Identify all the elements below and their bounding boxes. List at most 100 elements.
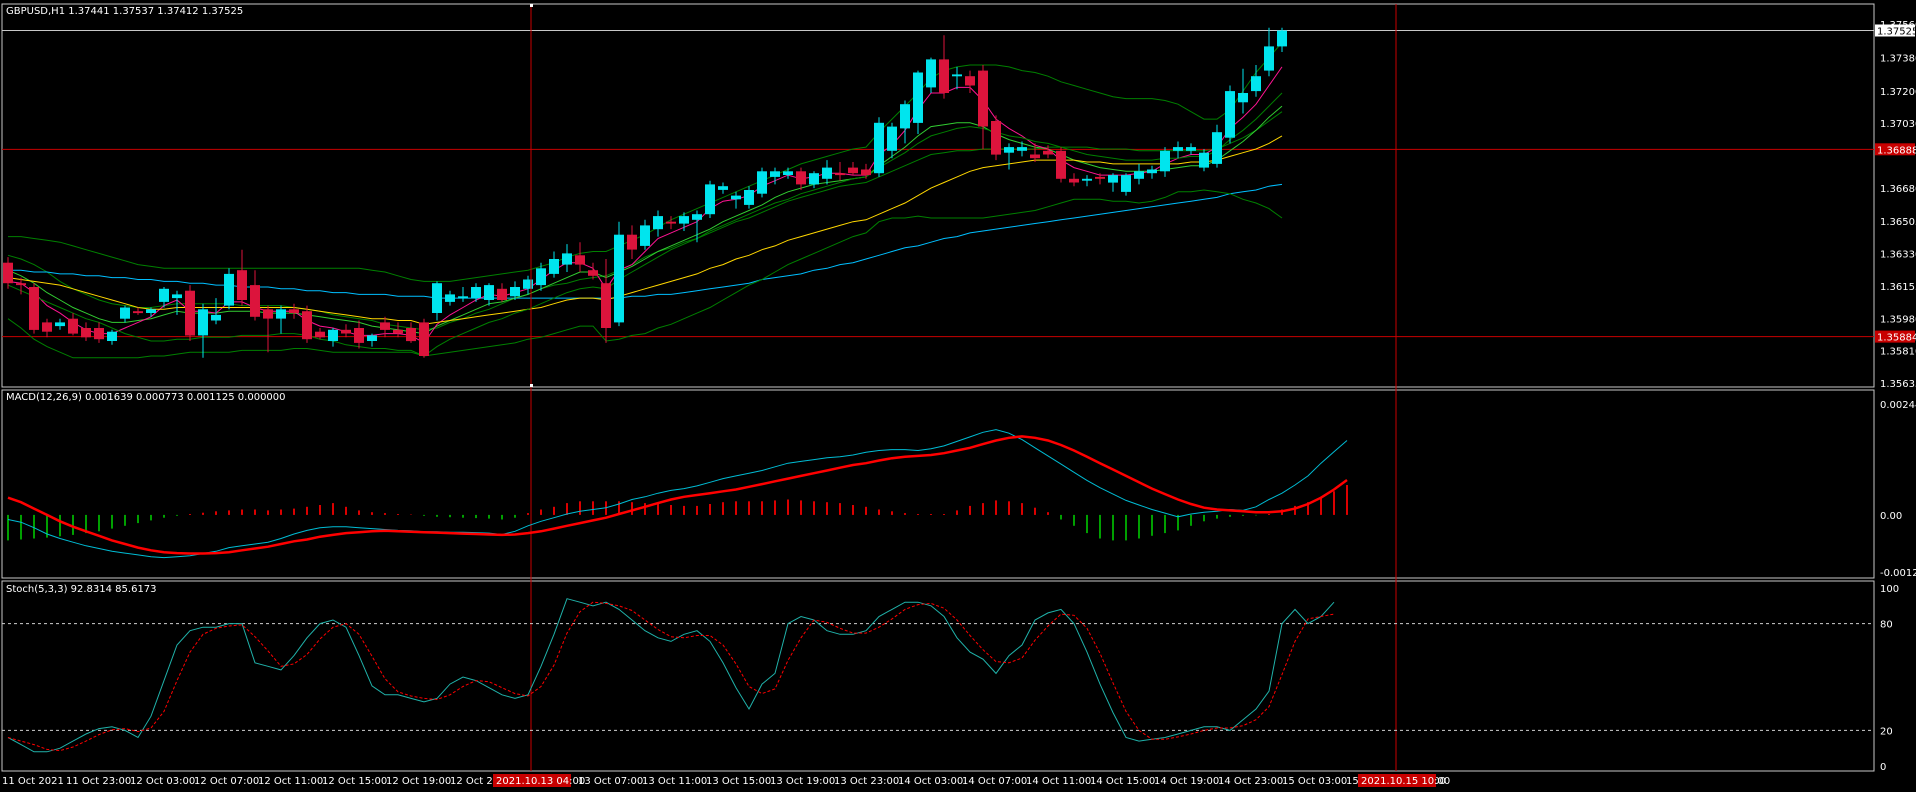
crosshair-handle-bottom[interactable] [530,384,533,387]
candle-body[interactable] [770,171,780,177]
candle-body[interactable] [1238,93,1248,103]
candle-body[interactable] [1082,178,1092,181]
candle-body[interactable] [965,76,975,86]
candle-body[interactable] [302,311,312,340]
stochastic-pane[interactable] [1,580,1875,772]
candle-body[interactable] [692,214,702,220]
candle-body[interactable] [29,287,39,330]
candle-body[interactable] [3,262,13,284]
candle-body[interactable] [1160,150,1170,172]
candle-body[interactable] [1147,169,1157,174]
candle-body[interactable] [627,234,637,250]
candle-body[interactable] [367,335,377,341]
candle-body[interactable] [1030,154,1040,159]
candle-body[interactable] [42,322,52,332]
candle-body[interactable] [55,322,65,327]
candle-body[interactable] [835,173,845,176]
candle-body[interactable] [705,184,715,215]
candle-body[interactable] [510,287,520,297]
candle-body[interactable] [1173,147,1183,151]
candle-body[interactable] [1121,175,1131,192]
candle-body[interactable] [341,329,351,334]
candle-body[interactable] [81,328,91,338]
candle-body[interactable] [159,288,169,302]
candle-body[interactable] [263,309,273,319]
candle-body[interactable] [68,318,78,334]
candle-body[interactable] [1251,76,1261,92]
candle-body[interactable] [406,328,416,342]
candle-body[interactable] [458,296,468,299]
candle-body[interactable] [939,59,949,93]
candle-body[interactable] [172,294,182,299]
candle-body[interactable] [796,171,806,185]
candle-body[interactable] [640,225,650,246]
candle-body[interactable] [250,285,260,317]
candle-body[interactable] [783,171,793,175]
chart-canvas[interactable]: 1.375601.373801.372001.370301.366801.365… [0,0,1916,792]
candle-body[interactable] [744,190,754,205]
candle-body[interactable] [1199,152,1209,168]
candle-body[interactable] [913,72,923,123]
candle-body[interactable] [679,216,689,224]
candle-body[interactable] [731,195,741,200]
candle-body[interactable] [991,121,1001,155]
candle-body[interactable] [978,70,988,127]
candle-body[interactable] [224,273,234,306]
candle-body[interactable] [601,283,611,328]
candle-body[interactable] [146,309,156,313]
candle-body[interactable] [887,126,897,151]
candle-body[interactable] [874,122,884,174]
candle-body[interactable] [588,270,598,276]
candle-body[interactable] [900,104,910,129]
candle-body[interactable] [1134,171,1144,179]
candle-body[interactable] [1186,147,1196,151]
candle-body[interactable] [575,255,585,265]
candle-body[interactable] [354,328,364,343]
candle-body[interactable] [809,173,819,185]
candle-body[interactable] [1108,175,1118,183]
candle-body[interactable] [107,331,117,341]
candle-body[interactable] [276,309,286,319]
candle-body[interactable] [1069,178,1079,183]
crosshair-handle-top[interactable] [530,4,533,7]
candle-body[interactable] [1225,91,1235,138]
candle-body[interactable] [120,307,130,319]
candle-body[interactable] [718,186,728,190]
candle-body[interactable] [94,328,104,340]
candle-body[interactable] [861,169,871,176]
candle-body[interactable] [1264,46,1274,71]
candle-body[interactable] [666,221,676,224]
candle-body[interactable] [419,322,429,356]
candle-body[interactable] [211,314,221,321]
candle-body[interactable] [562,253,572,265]
candle-body[interactable] [328,329,338,341]
candle-body[interactable] [536,268,546,286]
candle-body[interactable] [822,167,832,179]
candle-body[interactable] [614,234,624,323]
candle-body[interactable] [198,309,208,336]
candle-body[interactable] [484,285,494,300]
candle-body[interactable] [1056,150,1066,179]
candle-body[interactable] [497,288,507,300]
candle-body[interactable] [757,171,767,194]
candle-body[interactable] [133,311,143,314]
macd-pane[interactable] [1,389,1875,579]
candle-body[interactable] [471,287,481,299]
candle-body[interactable] [926,59,936,88]
candle-body[interactable] [952,74,962,77]
candle-body[interactable] [1017,147,1027,151]
candle-body[interactable] [393,329,403,334]
candle-body[interactable] [315,331,325,338]
candle-body[interactable] [549,259,559,274]
candle-body[interactable] [848,167,858,174]
price-pane[interactable] [1,3,1875,388]
candle-body[interactable] [1095,176,1105,179]
candle-body[interactable] [380,322,390,330]
candle-body[interactable] [653,216,663,230]
candle-body[interactable] [1043,150,1053,155]
candle-body[interactable] [185,290,195,336]
candle-body[interactable] [445,294,455,302]
candle-body[interactable] [237,270,247,300]
candle-body[interactable] [1212,132,1222,164]
candle-body[interactable] [16,283,26,286]
